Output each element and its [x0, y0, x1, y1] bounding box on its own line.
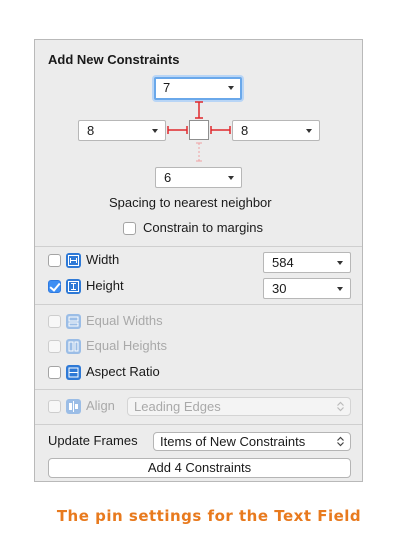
width-value-field[interactable]: 584: [263, 252, 351, 273]
constrain-margins-label[interactable]: Constrain to margins: [143, 220, 263, 235]
chevron-down-icon[interactable]: [337, 287, 343, 291]
chevron-down-icon[interactable]: [228, 86, 234, 90]
left-spacing-value: 8: [87, 123, 95, 138]
right-spacing-value: 8: [241, 123, 249, 138]
width-constraint-icon: [66, 253, 81, 268]
chevron-down-icon[interactable]: [337, 261, 343, 265]
equal-heights-checkbox[interactable]: [48, 340, 61, 353]
chevron-down-icon[interactable]: [306, 129, 312, 133]
align-label: Align: [86, 398, 115, 413]
top-strut-icon[interactable]: [192, 100, 206, 120]
aspect-ratio-checkbox[interactable]: [48, 366, 61, 379]
spacing-caption: Spacing to nearest neighbor: [109, 195, 272, 210]
bottom-spacing-value: 6: [164, 170, 172, 185]
update-frames-value: Items of New Constraints: [160, 434, 306, 449]
align-value: Leading Edges: [134, 399, 221, 414]
equal-widths-checkbox[interactable]: [48, 315, 61, 328]
figure-caption: The pin settings for the Text Field: [56, 507, 362, 525]
add-constraints-panel: Add New Constraints 7 8 8 6 Spacing to n…: [34, 39, 363, 482]
width-value: 584: [272, 255, 294, 270]
add-constraints-button[interactable]: Add 4 Constraints: [48, 458, 351, 478]
height-value: 30: [272, 281, 287, 296]
right-spacing-field[interactable]: 8: [232, 120, 320, 141]
left-spacing-field[interactable]: 8: [78, 120, 166, 141]
align-checkbox[interactable]: [48, 400, 61, 413]
aspect-ratio-label: Aspect Ratio: [86, 364, 160, 379]
width-checkbox[interactable]: [48, 254, 61, 267]
equal-heights-label: Equal Heights: [86, 338, 167, 353]
divider: [35, 304, 362, 305]
update-frames-label: Update Frames: [48, 433, 138, 448]
align-popup[interactable]: Leading Edges: [127, 397, 351, 416]
left-strut-icon[interactable]: [166, 123, 189, 137]
aspect-ratio-icon: [66, 365, 81, 380]
chevron-down-icon[interactable]: [228, 176, 234, 180]
update-frames-popup[interactable]: Items of New Constraints: [153, 432, 351, 451]
divider: [35, 246, 362, 247]
top-spacing-value: 7: [163, 80, 171, 95]
constrain-margins-checkbox[interactable]: [123, 222, 136, 235]
panel-title: Add New Constraints: [48, 52, 180, 67]
height-value-field[interactable]: 30: [263, 278, 351, 299]
chevron-down-icon[interactable]: [152, 129, 158, 133]
up-down-chevron-icon[interactable]: [336, 401, 345, 412]
divider: [35, 424, 362, 425]
align-icon: [66, 399, 81, 414]
divider: [35, 389, 362, 390]
width-label: Width: [86, 252, 120, 267]
right-strut-icon[interactable]: [209, 123, 232, 137]
up-down-chevron-icon[interactable]: [336, 436, 345, 447]
view-placeholder: [189, 120, 209, 140]
top-spacing-field[interactable]: 7: [154, 77, 242, 100]
height-label: Height: [86, 278, 124, 293]
equal-heights-icon: [66, 339, 81, 354]
equal-widths-label: Equal Widths: [86, 313, 163, 328]
height-checkbox[interactable]: [48, 280, 61, 293]
equal-widths-icon: [66, 314, 81, 329]
bottom-spacing-field[interactable]: 6: [155, 167, 242, 188]
bottom-strut-icon[interactable]: [192, 140, 206, 164]
height-constraint-icon: [66, 279, 81, 294]
